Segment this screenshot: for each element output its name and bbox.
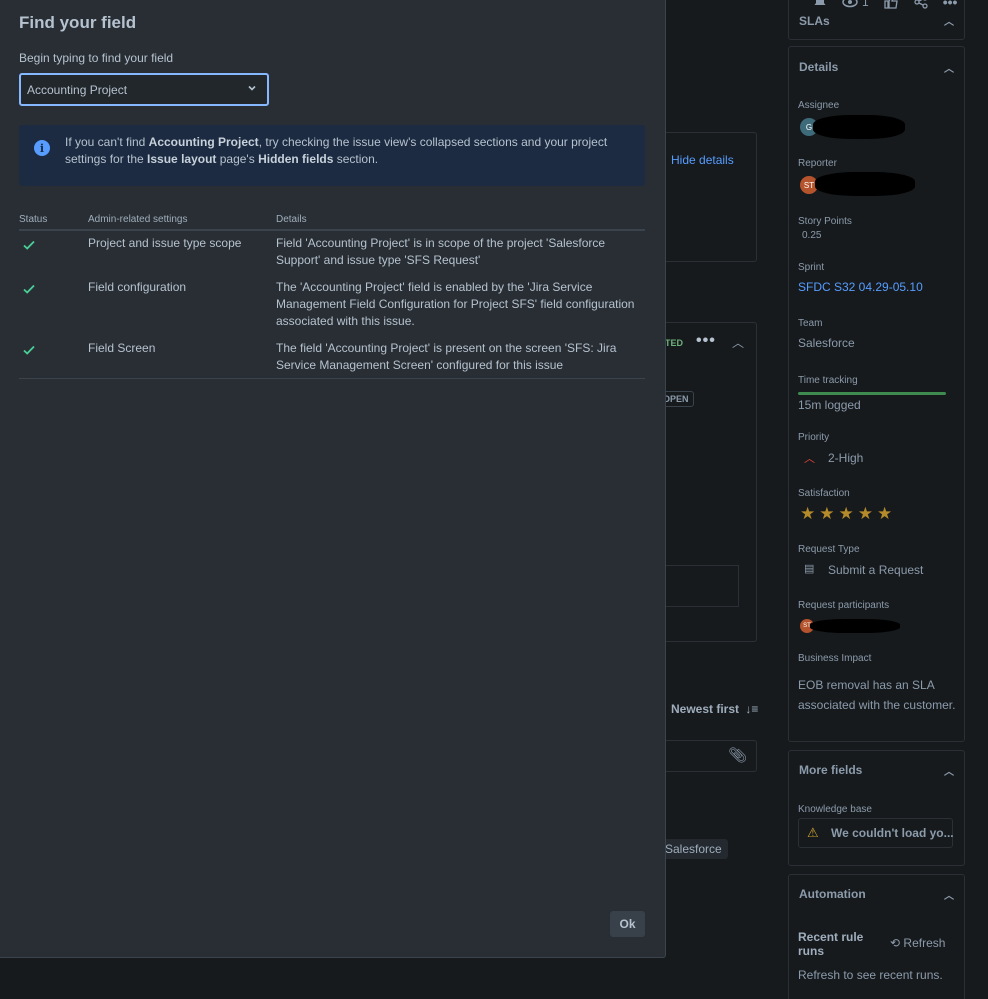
info-text: If you can't find Accounting Project, tr… bbox=[65, 134, 639, 168]
status-cell bbox=[19, 275, 88, 336]
field-select-value: Accounting Project bbox=[27, 82, 128, 97]
team-value[interactable]: Salesforce bbox=[798, 336, 855, 350]
time-tracking-label: Time tracking bbox=[798, 375, 858, 386]
details-heading: Details bbox=[799, 60, 839, 74]
priority-value[interactable]: 2-High bbox=[828, 451, 863, 465]
details-cell: The 'Accounting Project' field is enable… bbox=[276, 280, 635, 328]
info-text-part: If you can't find bbox=[65, 135, 149, 149]
status-fragment: TED bbox=[665, 338, 683, 348]
refresh-hint: Refresh to see recent runs. bbox=[798, 968, 943, 982]
info-issue-layout: Issue layout bbox=[147, 152, 217, 166]
star-icon: ★ bbox=[857, 504, 873, 523]
satisfaction-rating[interactable]: ★ ★ ★ ★ ★ bbox=[800, 504, 892, 524]
sort-newest-first[interactable]: Newest first ↓≡ bbox=[671, 702, 758, 716]
field-select[interactable]: Accounting Project bbox=[19, 73, 269, 106]
issue-main-card bbox=[665, 132, 757, 262]
chevron-down-icon bbox=[247, 83, 257, 96]
more-options-button[interactable]: ••• bbox=[696, 332, 716, 350]
info-text-part: page's bbox=[216, 152, 259, 166]
check-icon bbox=[19, 343, 39, 357]
admin-setting-cell: Project and issue type scope bbox=[88, 236, 242, 250]
reporter-label: Reporter bbox=[798, 158, 837, 169]
chevron-up-icon[interactable]: ︿ bbox=[944, 887, 954, 902]
star-icon: ★ bbox=[877, 504, 893, 523]
table-header-row: Status Admin-related settings Details bbox=[19, 210, 645, 231]
refresh-label: Refresh bbox=[903, 936, 946, 950]
info-message: i If you can't find Accounting Project, … bbox=[19, 125, 645, 186]
priority-label: Priority bbox=[798, 432, 830, 443]
find-your-field-dialog: Find your field Begin typing to find you… bbox=[0, 0, 666, 958]
field-checks-table: Status Admin-related settings Details Pr… bbox=[19, 210, 645, 379]
recent-rule-runs-heading: Recent rule runs bbox=[798, 930, 864, 958]
priority-high-icon: ︿ bbox=[804, 453, 815, 465]
more-fields-heading: More fields bbox=[799, 763, 863, 777]
admin-setting-cell: Field Screen bbox=[88, 336, 276, 379]
redacted-participant bbox=[810, 619, 900, 633]
col-header-status: Status bbox=[19, 210, 88, 231]
check-icon bbox=[19, 238, 39, 252]
refresh-icon: ⟲ bbox=[890, 936, 901, 950]
table-row: Project and issue type scope Field 'Acco… bbox=[19, 230, 645, 275]
story-points-value[interactable]: 0.25 bbox=[802, 230, 821, 241]
table-row: Field Screen The field 'Accounting Proje… bbox=[19, 336, 645, 379]
check-icon bbox=[19, 282, 39, 296]
hide-details-link[interactable]: Hide details bbox=[671, 153, 734, 167]
business-impact-value[interactable]: EOB removal has an SLA associated with t… bbox=[798, 675, 958, 715]
admin-setting-cell: Field configuration bbox=[88, 280, 187, 294]
sprint-label: Sprint bbox=[798, 262, 825, 273]
time-logged[interactable]: 15m logged bbox=[798, 398, 861, 412]
time-tracking-bar bbox=[798, 392, 946, 395]
sort-icon: ↓≡ bbox=[745, 702, 759, 716]
request-type-value[interactable]: Submit a Request bbox=[828, 563, 923, 577]
col-header-details: Details bbox=[276, 210, 645, 231]
field-search-label: Begin typing to find your field bbox=[19, 51, 174, 65]
col-header-admin: Admin-related settings bbox=[88, 210, 276, 231]
star-icon: ★ bbox=[819, 504, 835, 523]
sprint-link[interactable]: SFDC S32 04.29-05.10 bbox=[798, 280, 923, 294]
slas-panel: SLAs ︿ bbox=[788, 0, 965, 40]
chevron-up-icon[interactable]: ︿ bbox=[944, 13, 954, 28]
assignee-label: Assignee bbox=[798, 100, 840, 111]
redacted-assignee bbox=[813, 115, 905, 139]
details-cell: The field 'Accounting Project' is presen… bbox=[276, 336, 645, 379]
warning-icon: ⚠ bbox=[807, 825, 819, 840]
label-tag[interactable]: Salesforce bbox=[659, 839, 728, 859]
dialog-title: Find your field bbox=[19, 13, 137, 32]
info-icon: i bbox=[34, 140, 50, 156]
slas-heading: SLAs bbox=[799, 13, 830, 28]
info-field-name: Accounting Project bbox=[148, 135, 259, 149]
ok-button[interactable]: Ok bbox=[610, 911, 645, 937]
satisfaction-label: Satisfaction bbox=[798, 488, 850, 499]
chevron-up-icon[interactable]: ︿ bbox=[944, 763, 954, 778]
star-icon: ★ bbox=[838, 504, 854, 523]
inner-content-box bbox=[665, 565, 739, 607]
chevron-up-icon[interactable]: ︿ bbox=[944, 60, 954, 75]
table-row: Field configuration The 'Accounting Proj… bbox=[19, 275, 645, 336]
team-label: Team bbox=[798, 318, 823, 329]
business-impact-label: Business Impact bbox=[798, 653, 872, 664]
attachment-icon[interactable]: 📎︎ bbox=[728, 746, 747, 764]
sort-label: Newest first bbox=[671, 702, 740, 716]
story-points-label: Story Points bbox=[798, 216, 852, 227]
status-cell bbox=[19, 336, 88, 379]
knowledge-base-label: Knowledge base bbox=[798, 804, 872, 815]
automation-heading: Automation bbox=[799, 887, 866, 901]
star-icon: ★ bbox=[800, 504, 816, 523]
knowledge-base-message: We couldn't load yo... bbox=[831, 826, 954, 840]
info-text-part: section. bbox=[333, 152, 379, 166]
refresh-button[interactable]: ⟲ Refresh bbox=[890, 936, 945, 950]
participants-label: Request participants bbox=[798, 600, 890, 611]
redacted-reporter bbox=[815, 172, 915, 196]
request-type-label: Request Type bbox=[798, 544, 860, 555]
collapse-chevron-icon[interactable]: ︿ bbox=[732, 334, 744, 351]
status-cell bbox=[19, 230, 88, 275]
info-hidden-fields: Hidden fields bbox=[258, 152, 334, 166]
details-cell: Field 'Accounting Project' is in scope o… bbox=[276, 236, 606, 267]
request-type-icon: ▤ bbox=[804, 563, 815, 575]
